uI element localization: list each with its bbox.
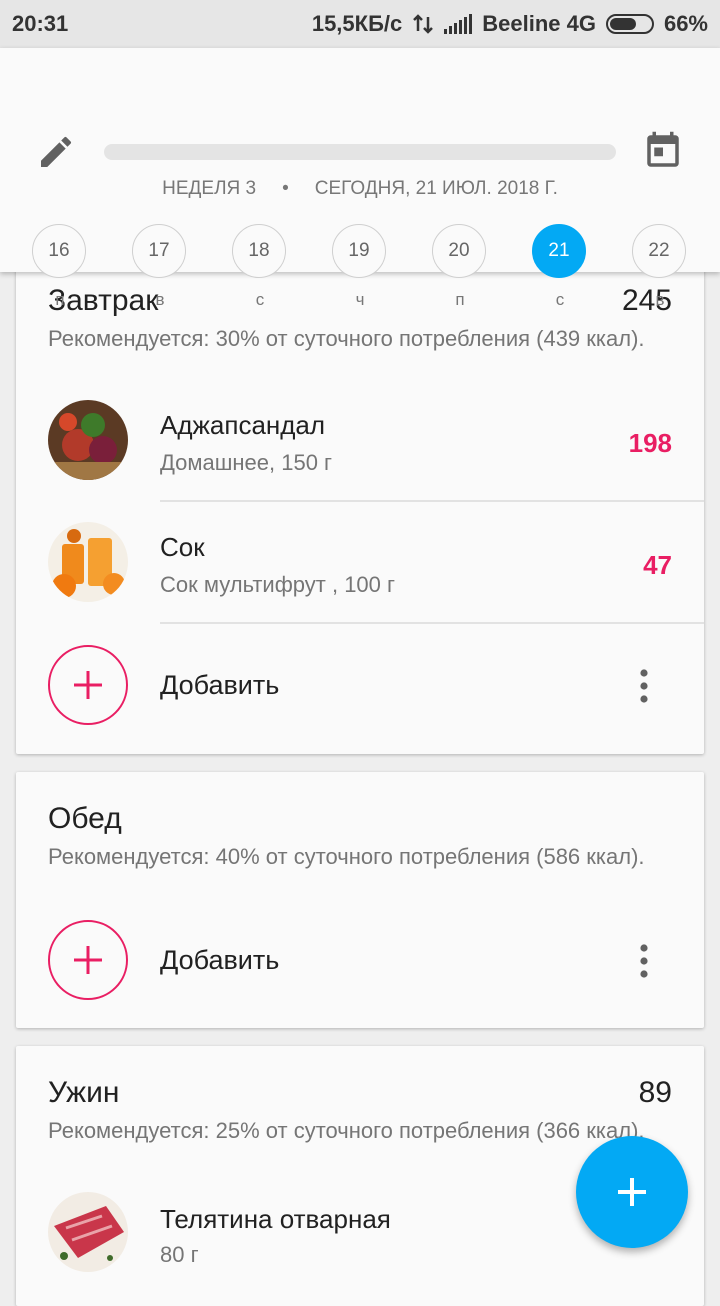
food-image — [48, 522, 128, 602]
add-food-label[interactable]: Добавить — [160, 945, 279, 976]
day-number: 22 — [632, 224, 686, 278]
day-19[interactable]: 19 ч — [332, 224, 388, 310]
add-food-button[interactable] — [48, 645, 128, 725]
today-label: СЕГОДНЯ, 21 ИЮЛ. 2018 Г. — [314, 178, 558, 199]
food-kcal: 47 — [643, 550, 672, 580]
date-header: НЕДЕЛЯ 3 • СЕГОДНЯ, 21 ИЮЛ. 2018 Г. 16 п 17 в… — [0, 48, 720, 309]
add-food-button[interactable] — [48, 920, 128, 1000]
week-label: НЕДЕЛЯ 3 — [162, 178, 257, 199]
data-transfer-icon — [413, 14, 434, 34]
day-number: 16 — [32, 224, 86, 278]
more-vert-icon[interactable] — [636, 941, 652, 981]
meal-recommendation: Рекомендуется: 40% от суточного потребле… — [48, 844, 645, 869]
signal-icon — [444, 14, 473, 34]
battery-icon — [605, 14, 654, 34]
day-number: 20 — [432, 224, 486, 278]
progress-bar — [104, 144, 616, 160]
plus-icon — [618, 1178, 646, 1206]
calendar-icon[interactable] — [642, 130, 684, 172]
food-detail: Сок мультифрут , 100 г — [160, 572, 396, 597]
network-speed: 15,5КБ/с — [311, 11, 403, 36]
food-image — [48, 1192, 128, 1272]
meal-title: Обед — [48, 802, 122, 835]
separator-dot: • — [282, 178, 289, 199]
food-name: Сок — [160, 532, 205, 562]
plus-icon — [74, 946, 102, 974]
day-selector: 16 п 17 в 18 с 19 ч 20 п 21 с 22 в — [0, 224, 720, 314]
day-21[interactable]: 21 с — [532, 224, 588, 310]
day-letter: ч — [355, 290, 365, 309]
battery-fill — [609, 18, 636, 30]
day-number: 21 — [532, 224, 586, 278]
meal-total-kcal: 89 — [638, 1076, 672, 1109]
day-17[interactable]: 17 в — [132, 224, 188, 310]
day-number: 18 — [232, 224, 286, 278]
more-vert-icon[interactable] — [636, 666, 652, 706]
day-letter: с — [255, 290, 265, 309]
add-fab-button[interactable] — [576, 1136, 688, 1248]
food-name: Аджапсандал — [160, 410, 326, 440]
day-number: 19 — [332, 224, 386, 278]
divider — [160, 622, 704, 624]
food-name: Телятина отварная — [160, 1204, 391, 1234]
day-16[interactable]: 16 п — [32, 224, 88, 310]
battery-percent: 66% — [663, 11, 708, 36]
week-info: НЕДЕЛЯ 3 • СЕГОДНЯ, 21 ИЮЛ. 2018 Г. — [0, 178, 720, 200]
divider — [160, 500, 704, 502]
food-kcal: 198 — [628, 428, 672, 458]
meal-recommendation: Рекомендуется: 25% от суточного потребле… — [48, 1118, 645, 1143]
day-letter: п — [455, 290, 465, 309]
day-letter: в — [655, 290, 665, 309]
meal-card-lunch: Обед Рекомендуется: 40% от суточного пот… — [16, 772, 704, 1028]
add-food-label[interactable]: Добавить — [160, 670, 279, 701]
meal-title: Ужин — [48, 1076, 120, 1109]
meal-card-breakfast: Завтрак 245 Рекомендуется: 30% от суточн… — [16, 262, 704, 754]
day-18[interactable]: 18 с — [232, 224, 288, 310]
pencil-icon[interactable] — [36, 132, 76, 172]
food-detail: 80 г — [160, 1242, 199, 1267]
plus-icon — [74, 671, 102, 699]
day-letter: в — [155, 290, 165, 309]
day-20[interactable]: 20 п — [432, 224, 488, 310]
status-indicators: 15,5КБ/с Beeline 4G 66% — [312, 11, 708, 37]
status-time: 20:31 — [12, 11, 69, 36]
day-22[interactable]: 22 в — [632, 224, 688, 310]
day-number: 17 — [132, 224, 186, 278]
day-letter: п — [55, 290, 65, 309]
status-bar: 20:31 15,5КБ/с Beeline 4G 66% — [0, 0, 720, 48]
meal-recommendation: Рекомендуется: 30% от суточного потребле… — [48, 326, 645, 351]
carrier-label: Beeline 4G — [482, 11, 596, 36]
food-image — [48, 400, 128, 480]
food-detail: Домашнее, 150 г — [160, 450, 333, 475]
day-letter: с — [555, 290, 565, 309]
